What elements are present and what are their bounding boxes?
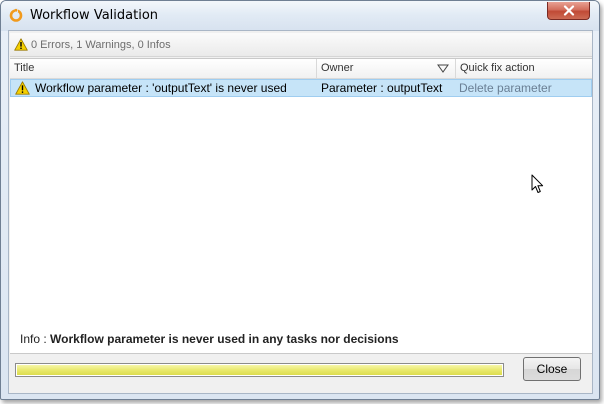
delete-parameter-link[interactable]: Delete parameter — [459, 80, 591, 96]
column-header-owner[interactable]: Owner — [317, 59, 456, 78]
validation-summary: 0 Errors, 1 Warnings, 0 Infos — [10, 33, 592, 57]
close-button[interactable]: Close — [523, 357, 581, 381]
mouse-cursor-icon — [531, 174, 544, 193]
column-header-label: Owner — [321, 62, 354, 74]
column-header-title[interactable]: Title — [10, 59, 317, 78]
warning-icon — [15, 81, 30, 95]
title-bar[interactable]: Workflow Validation — [1, 1, 599, 31]
close-icon — [563, 5, 574, 16]
dialog-content: 0 Errors, 1 Warnings, 0 Infos Title Owne… — [8, 30, 593, 394]
info-text: Workflow parameter is never used in any … — [50, 332, 399, 346]
progress-fill — [17, 365, 502, 375]
workflow-validation-window: Workflow Validation 0 Errors, 1 Warnings… — [0, 0, 600, 400]
window-title: Workflow Validation — [30, 8, 159, 23]
window-close-button[interactable] — [547, 2, 590, 20]
column-header-quick-fix[interactable]: Quick fix action — [456, 59, 592, 78]
warning-icon — [14, 38, 28, 51]
row-title: Workflow parameter : 'outputText' is nev… — [35, 81, 287, 95]
column-header-label: Quick fix action — [460, 62, 535, 74]
info-message: Info : Workflow parameter is never used … — [20, 332, 399, 346]
row-owner: Parameter : outputText — [321, 81, 443, 95]
table-header: Title Owner Quick fix action — [10, 59, 592, 79]
sort-down-triangle-icon[interactable] — [437, 64, 449, 73]
column-header-label: Title — [14, 62, 35, 74]
validation-table[interactable]: Title Owner Quick fix action Workflow pa… — [10, 58, 592, 354]
table-row[interactable]: Workflow parameter : 'outputText' is nev… — [10, 79, 592, 97]
summary-counts: 0 Errors, 1 Warnings, 0 Infos — [31, 39, 171, 51]
orange-ring-icon — [9, 8, 23, 22]
progress-bar — [15, 363, 504, 377]
info-prefix: Info : — [20, 332, 51, 346]
